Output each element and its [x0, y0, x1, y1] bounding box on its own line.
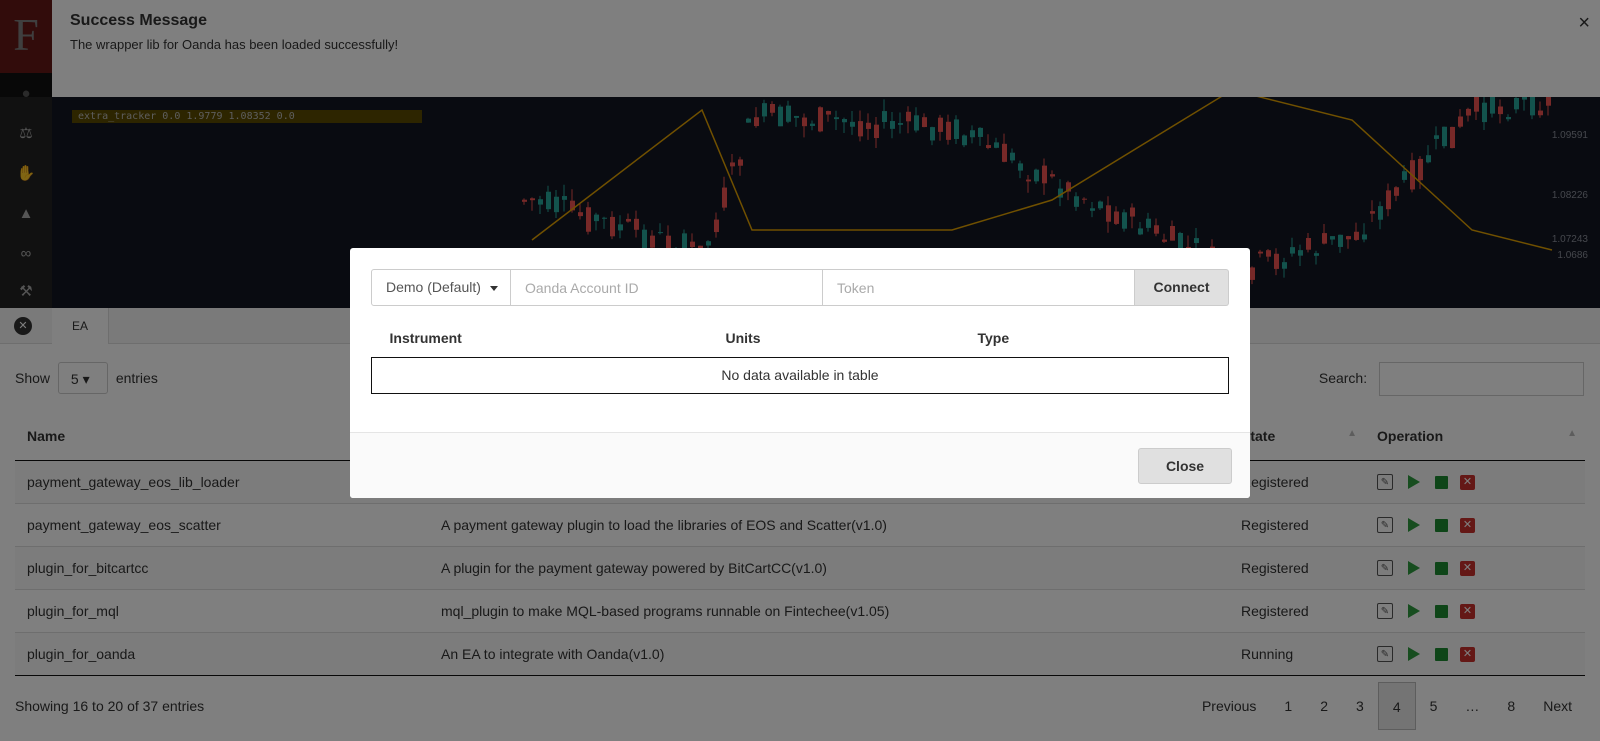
token-input[interactable]	[823, 269, 1135, 306]
positions-table: Instrument Units Type No data available …	[371, 320, 1229, 394]
modal-footer: Close	[350, 432, 1250, 498]
connection-form: Demo (Default) Connect	[371, 269, 1229, 306]
oanda-connect-modal: Demo (Default) Connect Instrument Units …	[350, 248, 1250, 498]
notification-text: The wrapper lib for Oanda has been loade…	[70, 37, 399, 52]
account-id-input[interactable]	[511, 269, 823, 306]
column-header-type[interactable]: Type	[959, 320, 1229, 358]
column-header-instrument[interactable]: Instrument	[371, 320, 708, 358]
environment-select-value: Demo (Default)	[386, 279, 481, 295]
success-notification: Success Message The wrapper lib for Oand…	[52, 0, 1600, 97]
close-button[interactable]: Close	[1138, 448, 1232, 484]
caret-down-icon	[490, 286, 498, 291]
connect-button[interactable]: Connect	[1135, 269, 1229, 306]
close-icon[interactable]: ×	[1578, 12, 1590, 35]
environment-select[interactable]: Demo (Default)	[371, 269, 511, 306]
column-header-units[interactable]: Units	[707, 320, 960, 358]
empty-table-message: No data available in table	[371, 357, 1229, 394]
notification-title: Success Message	[70, 12, 207, 29]
